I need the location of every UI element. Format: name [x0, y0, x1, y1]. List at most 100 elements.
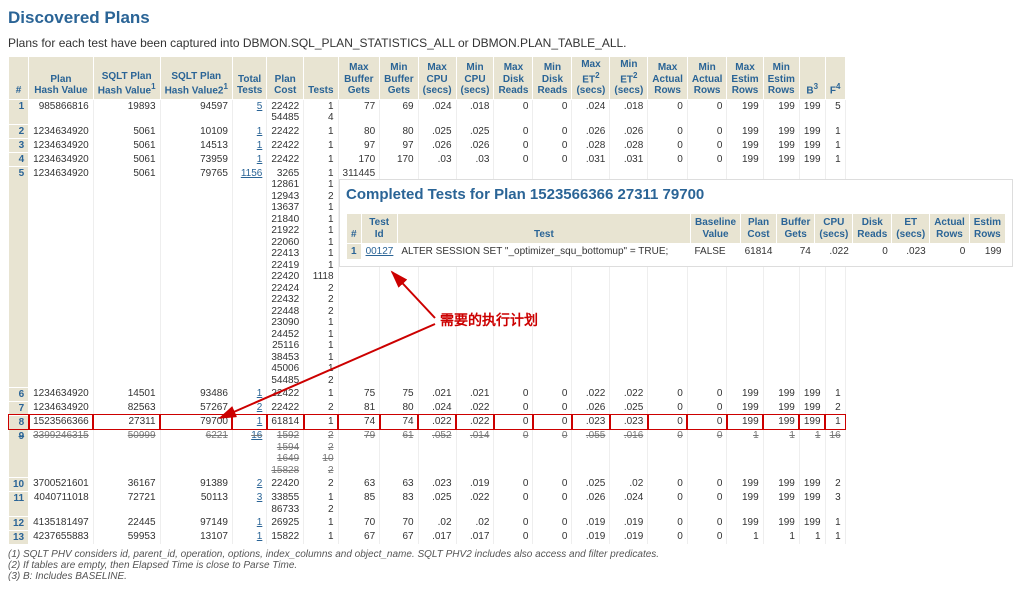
cell-minbg: 75 — [380, 387, 418, 401]
cell-minet: .016 — [610, 429, 648, 477]
cell-maxar: 0 — [648, 516, 688, 530]
cell-maxet: .026 — [572, 491, 610, 516]
cell-mincpu: .02 — [456, 516, 494, 530]
cell-minet: .023 — [610, 415, 648, 429]
total-tests: 1 — [232, 387, 266, 401]
tcol-idx: # — [347, 214, 362, 244]
plan-hash: 1234634920 — [29, 401, 94, 415]
plan-cost: 22422 — [267, 387, 304, 401]
row-idx: 1 — [9, 99, 29, 125]
tests-table: # TestId Test BaselineValue PlanCost Buf… — [346, 213, 1006, 260]
cell-mincpu: .021 — [456, 387, 494, 401]
cell-miner: 199 — [763, 415, 799, 429]
cell-mincpu: .026 — [456, 139, 494, 153]
test-cpu: .022 — [815, 244, 853, 260]
total-tests-link[interactable]: 1 — [257, 416, 263, 427]
tests: 12 — [304, 491, 338, 516]
cell-mindr: 0 — [533, 415, 572, 429]
table-row: 103700521601361679138922242026363.023.01… — [9, 477, 846, 491]
total-tests-link[interactable]: 1 — [257, 517, 263, 528]
sqlt-phv1: 5061 — [93, 125, 160, 139]
total-tests-link[interactable]: 1 — [257, 126, 263, 137]
cell-b: 199 — [799, 401, 825, 415]
cell-minar: 0 — [687, 415, 727, 429]
total-tests-link[interactable]: 2 — [257, 402, 263, 413]
cell-mindr: 0 — [533, 491, 572, 516]
cell-b: 199 — [799, 491, 825, 516]
cell-minbg: 80 — [380, 401, 418, 415]
tests: 1 — [304, 530, 338, 544]
col-tests: Tests — [304, 57, 338, 100]
cell-maxet: .022 — [572, 387, 610, 401]
cell-maxbg: 81 — [338, 401, 380, 415]
sqlt-phv2: 94597 — [160, 99, 232, 125]
plan-cost: 22422 — [267, 139, 304, 153]
tests: 1 — [304, 125, 338, 139]
plan-cost: 3385586733 — [267, 491, 304, 516]
total-tests-link[interactable]: 1 — [257, 388, 263, 399]
cell-b: 199 — [799, 415, 825, 429]
cell-maxer: 199 — [727, 387, 763, 401]
sqlt-phv1: 36167 — [93, 477, 160, 491]
cell-minar: 0 — [687, 139, 727, 153]
test-id-link[interactable]: 00127 — [366, 246, 394, 257]
plan-cost: 15822 — [267, 530, 304, 544]
total-tests-link[interactable]: 3 — [257, 492, 263, 503]
total-tests-link[interactable]: 1156 — [241, 168, 263, 179]
sqlt-phv1: 5061 — [93, 139, 160, 153]
cell-maxar: 0 — [648, 415, 688, 429]
total-tests-link[interactable]: 5 — [257, 101, 263, 112]
total-tests-link[interactable]: 1 — [257, 140, 263, 151]
plan-hash: 1234634920 — [29, 153, 94, 167]
row-idx: 11 — [9, 491, 29, 516]
cell-maxar: 0 — [648, 153, 688, 167]
cell-b: 199 — [799, 477, 825, 491]
cell-minar: 0 — [687, 516, 727, 530]
cell-f: 3 — [825, 491, 845, 516]
table-row: 412346349205061739591224221170170.03.030… — [9, 153, 846, 167]
cell-maxcpu: .024 — [418, 99, 456, 125]
sqlt-phv2: 91389 — [160, 477, 232, 491]
cell-minar: 0 — [687, 125, 727, 139]
sqlt-phv1: 27311 — [93, 415, 160, 429]
cell-maxcpu: .017 — [418, 530, 456, 544]
sqlt-phv2: 73959 — [160, 153, 232, 167]
total-tests-link[interactable]: 1 — [257, 154, 263, 165]
total-tests-link[interactable]: 1 — [257, 531, 263, 542]
cell-f: 1 — [825, 139, 845, 153]
total-tests: 16 — [232, 429, 266, 477]
cell-maxdr: 0 — [494, 139, 533, 153]
cell-mincpu: .019 — [456, 477, 494, 491]
cell-minar: 0 — [687, 387, 727, 401]
cell-minar: 0 — [687, 530, 727, 544]
cell-maxdr: 0 — [494, 530, 533, 544]
plan-cost: 3265128611294313637218402192222060224132… — [267, 167, 304, 388]
cell-minar: 0 — [687, 477, 727, 491]
plan-hash: 1234634920 — [29, 387, 94, 401]
test-bg: 74 — [776, 244, 814, 260]
cell-maxet: .024 — [572, 99, 610, 125]
cell-maxdr: 0 — [494, 477, 533, 491]
tests: 22102 — [304, 429, 338, 477]
cell-maxcpu: .026 — [418, 139, 456, 153]
total-tests-link[interactable]: 16 — [251, 430, 262, 441]
cell-maxcpu: .024 — [418, 401, 456, 415]
col-max-ar: MaxActualRows — [648, 57, 688, 100]
total-tests: 1 — [232, 139, 266, 153]
total-tests-link[interactable]: 2 — [257, 478, 263, 489]
col-max-er: MaxEstimRows — [727, 57, 763, 100]
page-title: Discovered Plans — [8, 8, 1028, 28]
cell-mincpu: .014 — [456, 429, 494, 477]
cell-maxar: 0 — [648, 139, 688, 153]
sqlt-phv2: 14513 — [160, 139, 232, 153]
row-idx: 3 — [9, 139, 29, 153]
tests: 1 — [304, 415, 338, 429]
plan-hash: 3700521601 — [29, 477, 94, 491]
footnote: (1) SQLT PHV considers id, parent_id, op… — [8, 549, 1028, 560]
cell-mincpu: .017 — [456, 530, 494, 544]
cell-mincpu: .018 — [456, 99, 494, 125]
cell-miner: 199 — [763, 516, 799, 530]
cell-maxdr: 0 — [494, 415, 533, 429]
cell-minet: .024 — [610, 491, 648, 516]
cell-maxdr: 0 — [494, 516, 533, 530]
